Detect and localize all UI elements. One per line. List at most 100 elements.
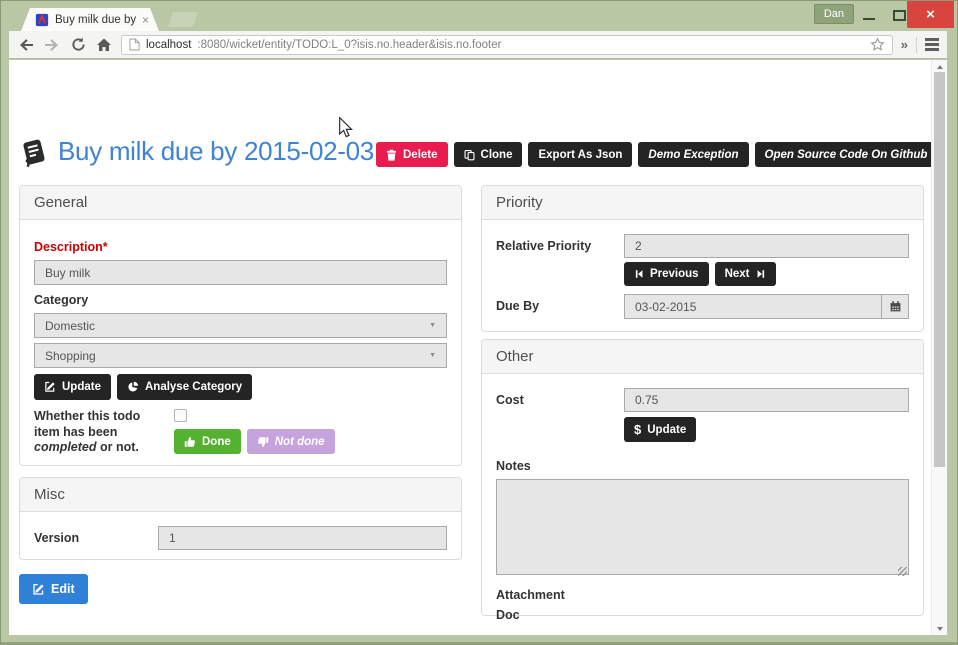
- menu-button[interactable]: [925, 38, 939, 51]
- misc-panel: Misc Version: [19, 477, 462, 560]
- favicon-icon: [35, 13, 49, 27]
- copy-icon: [464, 149, 475, 161]
- page-title: Buy milk due by 2015-02-03: [58, 136, 374, 167]
- export-json-label: Export As Json: [538, 149, 622, 161]
- user-profile-button[interactable]: Dan: [814, 4, 854, 24]
- browser-toolbar: localhost :8080/wicket/entity/TODO:L_0?is…: [9, 31, 947, 59]
- thumbs-down-icon: [257, 436, 269, 448]
- pencil-square-icon: [44, 381, 56, 393]
- cost-input[interactable]: [624, 388, 909, 412]
- tab-title: Buy milk due by 201: [55, 14, 136, 26]
- category-select[interactable]: Domestic ▼: [34, 313, 447, 338]
- completed-section: Whether this todo item has been complete…: [34, 409, 447, 456]
- version-input[interactable]: [158, 526, 447, 550]
- done-button[interactable]: Done: [174, 429, 241, 454]
- completed-label: Whether this todo item has been complete…: [34, 409, 160, 456]
- edit-label: Edit: [51, 582, 75, 596]
- general-panel: General Description* Category Domestic ▼…: [19, 185, 462, 466]
- next-label: Next: [725, 268, 750, 280]
- chevron-down-icon: ▼: [429, 322, 436, 329]
- calendar-icon: [889, 300, 902, 313]
- misc-panel-header: Misc: [20, 478, 461, 512]
- analyse-category-button[interactable]: Analyse Category: [117, 374, 252, 400]
- scroll-down-button[interactable]: [932, 622, 947, 635]
- general-panel-header: General: [20, 186, 461, 220]
- notes-textarea[interactable]: [496, 479, 909, 575]
- close-icon: ×: [926, 7, 935, 22]
- clone-button[interactable]: Clone: [454, 142, 523, 167]
- cost-update-button[interactable]: $ Update: [624, 417, 696, 442]
- attachment-label: Attachment: [496, 588, 909, 602]
- due-by-label: Due By: [496, 294, 624, 313]
- previous-button[interactable]: Previous: [624, 262, 709, 286]
- close-button[interactable]: ×: [907, 1, 954, 28]
- browser-window: Buy milk due by 201 × Dan × localhost :80…: [0, 0, 958, 645]
- delete-label: Delete: [403, 149, 438, 161]
- action-buttons: Delete Clone Export As Json Demo Excepti…: [376, 142, 937, 167]
- notes-label: Notes: [496, 459, 909, 473]
- demo-exception-button[interactable]: Demo Exception: [638, 142, 748, 167]
- update-label: Update: [62, 381, 101, 393]
- done-label: Done: [202, 436, 231, 448]
- reload-button[interactable]: [69, 36, 87, 54]
- subcategory-select[interactable]: Shopping ▼: [34, 343, 447, 368]
- bookmark-star-icon[interactable]: [870, 37, 885, 52]
- next-button[interactable]: Next: [715, 262, 776, 286]
- doc-label: Doc: [496, 608, 909, 622]
- not-done-label: Not done: [275, 436, 325, 448]
- category-select-value: Domestic: [45, 319, 95, 333]
- category-label: Category: [34, 293, 447, 307]
- calendar-button[interactable]: [881, 294, 909, 319]
- priority-panel-header: Priority: [482, 186, 923, 220]
- previous-label: Previous: [650, 268, 699, 280]
- due-by-input[interactable]: [624, 294, 881, 319]
- scroll-thumb[interactable]: [934, 72, 945, 467]
- back-button[interactable]: [17, 36, 35, 54]
- trash-icon: [386, 149, 397, 161]
- scrollbar[interactable]: [931, 60, 947, 635]
- github-button[interactable]: Open Source Code On Github: [755, 142, 938, 167]
- delete-button[interactable]: Delete: [376, 142, 448, 167]
- new-tab-button[interactable]: [168, 12, 198, 27]
- address-bar[interactable]: localhost :8080/wicket/entity/TODO:L_0?is…: [121, 35, 893, 55]
- forward-button[interactable]: [43, 36, 61, 54]
- update-button[interactable]: Update: [34, 374, 111, 400]
- priority-panel: Priority Relative Priority Prev: [481, 185, 924, 332]
- resize-handle[interactable]: [898, 567, 907, 576]
- tab-close-icon[interactable]: ×: [142, 14, 149, 26]
- subcategory-select-value: Shopping: [45, 349, 96, 363]
- relative-priority-input[interactable]: [624, 234, 909, 258]
- pie-chart-icon: [127, 381, 139, 393]
- cost-update-label: Update: [647, 424, 686, 436]
- page-title-row: Buy milk due by 2015-02-03: [19, 136, 374, 167]
- page-content: Buy milk due by 2015-02-03 Delete Clone: [9, 60, 931, 635]
- step-forward-icon: [756, 269, 766, 279]
- titlebar: Buy milk due by 201 × Dan ×: [1, 1, 957, 31]
- overflow-chevron-icon[interactable]: »: [901, 37, 908, 52]
- github-label: Open Source Code On Github: [765, 149, 928, 161]
- home-button[interactable]: [95, 36, 113, 54]
- description-input[interactable]: [34, 260, 447, 285]
- browser-tab[interactable]: Buy milk due by 201 ×: [21, 8, 159, 31]
- relative-priority-label: Relative Priority: [496, 234, 624, 253]
- completed-checkbox[interactable]: [174, 409, 187, 422]
- todo-note-icon: [19, 137, 49, 167]
- other-panel: Other Cost $ Update: [481, 339, 924, 616]
- dollar-icon: $: [634, 422, 641, 437]
- not-done-button[interactable]: Not done: [247, 429, 335, 454]
- other-panel-header: Other: [482, 340, 923, 374]
- url-path: :8080/wicket/entity/TODO:L_0?isis.no.hea…: [197, 39, 501, 51]
- demo-exception-label: Demo Exception: [648, 149, 738, 161]
- edit-button[interactable]: Edit: [19, 574, 88, 604]
- step-backward-icon: [634, 269, 644, 279]
- export-json-button[interactable]: Export As Json: [528, 142, 632, 167]
- description-label: Description*: [34, 240, 447, 254]
- analyse-category-label: Analyse Category: [145, 381, 242, 393]
- version-label: Version: [34, 526, 158, 545]
- thumbs-up-icon: [184, 436, 196, 448]
- mouse-cursor: [338, 117, 353, 143]
- minimize-button[interactable]: [855, 1, 883, 29]
- url-host: localhost: [146, 39, 191, 51]
- chevron-down-icon: ▼: [429, 352, 436, 359]
- pencil-square-icon: [32, 583, 45, 596]
